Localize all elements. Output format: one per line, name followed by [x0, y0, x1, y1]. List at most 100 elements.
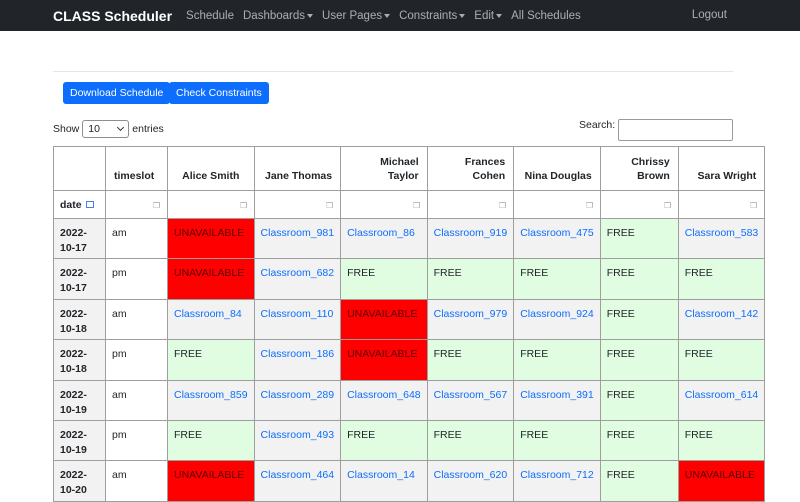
classroom-link[interactable]: Classroom_84 [167, 298, 255, 341]
classroom-link[interactable]: Classroom_289 [253, 379, 342, 421]
entries-label: entries [132, 123, 164, 135]
header-row: timeslot Alice Smith Jane Thomas Michael… [53, 146, 766, 191]
timeslot-cell: am [105, 298, 168, 341]
classroom-link[interactable]: Classroom_86 [340, 217, 428, 260]
timeslot-cell: pm [105, 419, 168, 462]
unavailable-cell: UNAVAILABLE [677, 460, 766, 502]
header-blank [53, 146, 106, 191]
search-label: Search: [579, 119, 616, 131]
filter-cell[interactable] [105, 190, 168, 219]
classroom-link[interactable]: Classroom_110 [253, 298, 342, 341]
free-cell: FREE [599, 298, 679, 341]
table-row: 2022-10-17 pm UNAVAILABLE Classroom_682 FREE… [53, 258, 766, 300]
free-cell: FREE [599, 258, 679, 300]
filter-cell[interactable] [167, 190, 255, 219]
free-cell: FREE [599, 339, 679, 381]
caret-down-icon [307, 14, 314, 18]
classroom-link[interactable]: Classroom_682 [253, 258, 342, 300]
sort-icon[interactable] [85, 201, 94, 209]
filter-cell[interactable] [513, 190, 601, 219]
caret-down-icon [384, 14, 391, 18]
logout-link[interactable]: Logout [692, 9, 727, 21]
header-chrissy-brown[interactable]: Chrissy Brown [599, 146, 679, 191]
free-cell: FREE [167, 419, 255, 462]
header-frances-cohen[interactable]: Frances Cohen [426, 146, 515, 191]
classroom-link[interactable]: Classroom_979 [426, 298, 515, 341]
free-cell: FREE [513, 419, 601, 462]
date-cell: 2022-10-18 [53, 298, 106, 341]
filter-icon[interactable] [750, 202, 758, 208]
nav-schedule[interactable]: Schedule [186, 10, 234, 22]
nav-all-schedules[interactable]: All Schedules [511, 10, 581, 22]
filter-icon[interactable] [239, 202, 247, 208]
filter-icon[interactable] [499, 202, 507, 208]
date-cell: 2022-10-17 [53, 217, 106, 260]
free-cell: FREE [426, 419, 515, 462]
brand-link[interactable]: CLASS Scheduler [53, 8, 172, 24]
filter-icon[interactable] [663, 202, 671, 208]
classroom-link[interactable]: Classroom_620 [426, 460, 515, 502]
filter-cell[interactable] [253, 190, 342, 219]
filter-date[interactable]: date [53, 190, 106, 219]
header-alice-smith[interactable]: Alice Smith [167, 146, 255, 191]
table-row: 2022-10-17 am UNAVAILABLE Classroom_981 Clas… [53, 217, 766, 260]
unavailable-cell: UNAVAILABLE [167, 460, 255, 502]
unavailable-cell: UNAVAILABLE [340, 298, 428, 341]
classroom-link[interactable]: Classroom_919 [426, 217, 515, 260]
nav-dashboards[interactable]: Dashboards [243, 10, 314, 22]
filter-cell[interactable] [340, 190, 428, 219]
header-sara-wright[interactable]: Sara Wright [677, 146, 766, 191]
unavailable-cell: UNAVAILABLE [167, 217, 255, 260]
free-cell: FREE [426, 339, 515, 381]
classroom-link[interactable]: Classroom_859 [167, 379, 255, 421]
filter-cell[interactable] [599, 190, 679, 219]
filter-icon[interactable] [326, 202, 334, 208]
classroom-link[interactable]: Classroom_981 [253, 217, 342, 260]
download-schedule-button[interactable]: Download Schedule [63, 82, 171, 104]
classroom-link[interactable]: Classroom_475 [513, 217, 601, 260]
search-input[interactable] [618, 119, 733, 141]
free-cell: FREE [599, 419, 679, 462]
classroom-link[interactable]: Classroom_614 [677, 379, 766, 421]
filter-cell[interactable] [426, 190, 515, 219]
classroom-link[interactable]: Classroom_493 [253, 419, 342, 462]
entries-value: 10 [88, 123, 100, 135]
header-michael-taylor[interactable]: Michael Taylor [340, 146, 428, 191]
header-timeslot[interactable]: timeslot [105, 146, 168, 191]
timeslot-cell: am [105, 460, 168, 502]
header-jane-thomas[interactable]: Jane Thomas [253, 146, 342, 191]
free-cell: FREE [599, 460, 679, 502]
free-cell: FREE [340, 258, 428, 300]
classroom-link[interactable]: Classroom_14 [340, 460, 428, 502]
table-row: 2022-10-18 am Classroom_84 Classroom_110 UNA… [53, 298, 766, 341]
check-constraints-button[interactable]: Check Constraints [169, 82, 269, 104]
header-nina-douglas[interactable]: Nina Douglas [513, 146, 601, 191]
classroom-link[interactable]: Classroom_142 [677, 298, 766, 341]
entries-select[interactable]: 10 [82, 120, 130, 138]
unavailable-cell: UNAVAILABLE [340, 339, 428, 381]
free-cell: FREE [513, 258, 601, 300]
classroom-link[interactable]: Classroom_391 [513, 379, 601, 421]
filter-cell[interactable] [677, 190, 766, 219]
classroom-link[interactable]: Classroom_186 [253, 339, 342, 381]
classroom-link[interactable]: Classroom_648 [340, 379, 428, 421]
show-label: Show [53, 123, 80, 135]
nav-user-pages[interactable]: User Pages [322, 10, 391, 22]
nav-edit[interactable]: Edit [474, 10, 503, 22]
entries-control: Show 10 entries [53, 120, 164, 138]
free-cell: FREE [340, 419, 428, 462]
classroom-link[interactable]: Classroom_464 [253, 460, 342, 502]
nav-constraints[interactable]: Constraints [399, 10, 466, 22]
classroom-link[interactable]: Classroom_567 [426, 379, 515, 421]
filter-icon[interactable] [153, 202, 160, 208]
schedule-table: timeslot Alice Smith Jane Thomas Michael… [53, 146, 766, 502]
classroom-link[interactable]: Classroom_712 [513, 460, 601, 502]
classroom-link[interactable]: Classroom_924 [513, 298, 601, 341]
divider [53, 71, 733, 72]
classroom-link[interactable]: Classroom_583 [677, 217, 766, 260]
timeslot-cell: am [105, 379, 168, 421]
filter-icon[interactable] [412, 202, 420, 208]
filter-icon[interactable] [585, 202, 593, 208]
date-cell: 2022-10-19 [53, 379, 106, 421]
filter-row: date [53, 190, 766, 219]
